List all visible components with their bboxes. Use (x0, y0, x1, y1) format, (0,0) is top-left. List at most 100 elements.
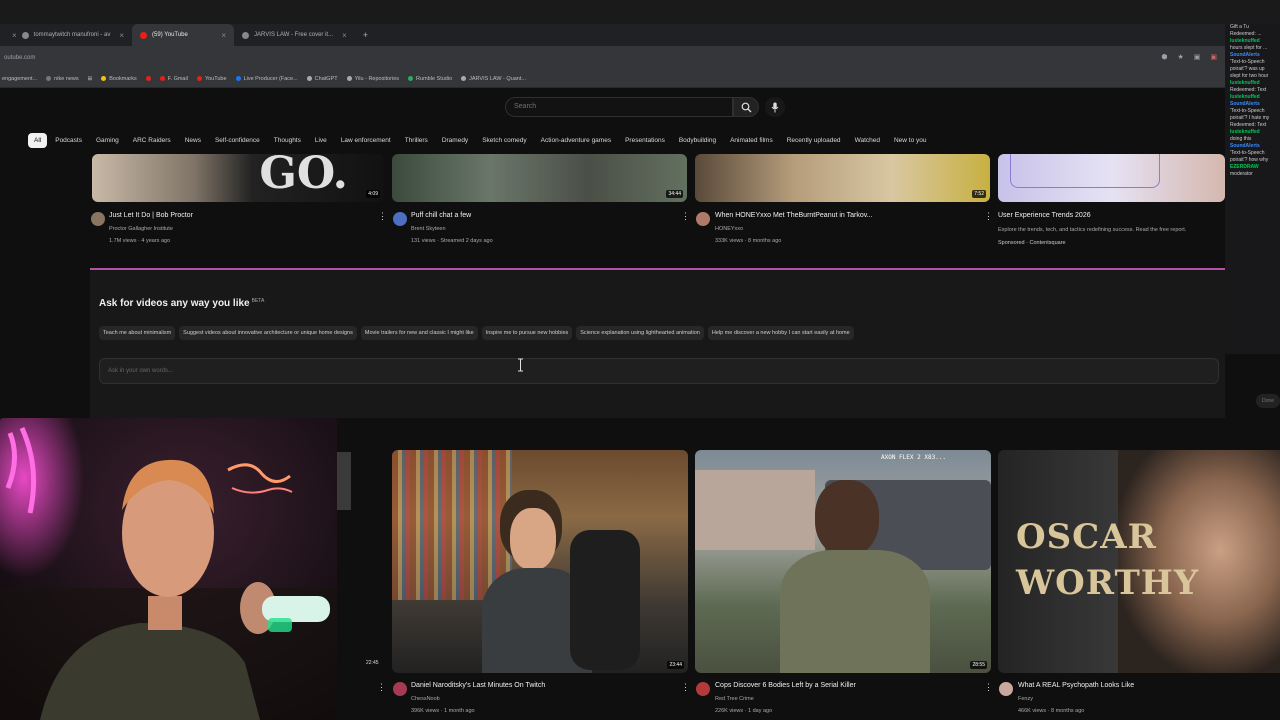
video-title[interactable]: Puff chill chat a few (411, 212, 471, 219)
more-options-icon[interactable]: ⋮ (378, 210, 387, 222)
video-thumbnail-partial[interactable] (337, 452, 351, 510)
search-input[interactable]: Search (505, 97, 733, 117)
video-thumbnail[interactable]: OSCAR WORTHY (998, 450, 1280, 673)
bookmark[interactable]: YouTube (196, 76, 227, 82)
close-icon[interactable]: × (12, 31, 17, 40)
channel-name[interactable]: Fenzy (1018, 696, 1033, 702)
url-text[interactable]: outube.com (4, 55, 35, 61)
ad-title[interactable]: User Experience Trends 2026 (998, 212, 1091, 219)
channel-avatar[interactable] (393, 682, 407, 696)
ask-suggestion-chip[interactable]: Movie trailers for new and classic I mig… (360, 326, 478, 340)
chat-username[interactable]: lusteknuffed (1230, 94, 1260, 100)
channel-avatar[interactable] (696, 212, 710, 226)
close-icon[interactable]: × (119, 31, 124, 40)
video-title[interactable]: Just Let It Do | Bob Proctor (109, 212, 193, 219)
chat-username[interactable]: lusteknuffed (1230, 80, 1260, 86)
close-icon[interactable]: × (342, 31, 347, 40)
search-button[interactable] (733, 97, 759, 117)
video-thumbnail[interactable]: GO. 4:09 (92, 154, 384, 202)
extension-icon[interactable]: ⬢ (1161, 53, 1167, 61)
bookmark[interactable]: Live Producer (Face... (235, 76, 298, 82)
chat-username[interactable]: EZERDRAW (1230, 164, 1259, 170)
filter-chip[interactable]: Gaming (90, 133, 125, 148)
video-title[interactable]: Cops Discover 6 Bodies Left by a Serial … (715, 682, 856, 689)
bookmark[interactable]: ChatGPT (306, 76, 338, 82)
filter-chip[interactable]: News (179, 133, 207, 148)
video-thumbnail[interactable]: 7:52 (695, 154, 990, 202)
ask-suggestion-chip[interactable]: Teach me about minimalism (99, 326, 176, 340)
more-options-icon[interactable]: ⋮ (681, 210, 690, 222)
channel-name[interactable]: HONEYxxo (715, 226, 743, 232)
filter-chip[interactable]: All (28, 132, 48, 148)
star-icon[interactable]: ★ (1177, 53, 1183, 61)
apps-grid-icon[interactable]: ⊞ (88, 76, 93, 82)
filter-chip[interactable]: Thoughts (268, 133, 307, 148)
more-options-icon[interactable]: ⋮ (984, 681, 993, 693)
new-tab-button[interactable]: + (355, 24, 376, 46)
chat-message: slept for two hour (1225, 73, 1280, 80)
video-title[interactable]: When HONEYxxo Met TheBurntPeanut in Tark… (715, 212, 873, 219)
filter-chip[interactable]: ARC Raiders (127, 133, 177, 148)
channel-avatar[interactable] (999, 682, 1013, 696)
channel-name[interactable]: Proctor Gallagher Institute (109, 226, 173, 232)
video-thumbnail[interactable]: AXON FLEX 2 X83... 28:55 (695, 450, 991, 673)
filter-chip[interactable]: Podcasts (49, 133, 88, 148)
tab-youtube[interactable]: (59) YouTube × (132, 24, 235, 46)
bookmark[interactable]: Bookmarks (101, 76, 137, 82)
filter-chip[interactable]: Sketch comedy (476, 133, 532, 148)
filter-chip[interactable]: Thrillers (399, 133, 434, 148)
chat-text: 'Text-to-Speech (1230, 59, 1265, 65)
video-thumbnail[interactable]: 34:44 (392, 154, 687, 202)
ask-suggestion-chip[interactable]: Help me discover a new hobby I can start… (707, 326, 854, 340)
profile-icon[interactable]: ▣ (1210, 53, 1217, 61)
bookmark[interactable]: nike news (46, 76, 79, 82)
ask-input[interactable]: Ask in your own words... (99, 358, 1219, 384)
chat-username[interactable]: lusteknuffed (1230, 38, 1260, 44)
filter-chip[interactable]: Presentations (619, 133, 671, 148)
close-icon[interactable]: × (221, 31, 226, 40)
address-bar[interactable]: outube.com ⬢ ★ ▣ ▣ (0, 46, 1225, 70)
filter-chip[interactable]: Recently uploaded (781, 133, 847, 148)
chat-username[interactable]: SoundAlerts (1230, 52, 1260, 58)
bookmark[interactable]: Rumble Studio (408, 76, 452, 82)
channel-avatar[interactable] (393, 212, 407, 226)
channel-avatar[interactable] (696, 682, 710, 696)
more-options-icon[interactable]: ⋮ (377, 681, 386, 693)
chat-username[interactable]: lusteknuffed (1230, 129, 1260, 135)
done-button[interactable]: Done (1256, 394, 1280, 408)
tab-twitch[interactable]: × tommaytwitch manufroni - av × (0, 24, 132, 46)
bookmark[interactable]: engagement... (2, 76, 37, 82)
voice-search-button[interactable] (765, 97, 785, 117)
filter-chip[interactable]: Watched (849, 133, 886, 148)
ask-suggestion-chip[interactable]: Suggest videos about innovative architec… (179, 326, 357, 340)
chat-message: poirait'? was up (1225, 66, 1280, 73)
filter-chip[interactable]: Action-adventure games (535, 133, 617, 148)
bookmark[interactable]: JARVIS LAW - Quant... (461, 76, 526, 82)
more-options-icon[interactable]: ⋮ (681, 681, 690, 693)
ad-thumbnail[interactable] (998, 154, 1225, 202)
filter-chip[interactable]: New to you (888, 133, 933, 148)
channel-name[interactable]: ChessNoob (411, 696, 440, 702)
chat-username[interactable]: SoundAlerts (1230, 143, 1260, 149)
ask-suggestion-chip[interactable]: Inspire me to pursue new hobbies (481, 326, 573, 340)
channel-name[interactable]: Brent Skyteen (411, 226, 446, 232)
channel-name[interactable]: Red Tree Crime (715, 696, 754, 702)
chat-username[interactable]: SoundAlerts (1230, 101, 1260, 107)
filter-chip[interactable]: Law enforcement (335, 133, 397, 148)
filter-chip[interactable]: Self-confidence (209, 133, 266, 148)
filter-chip[interactable]: Animated films (724, 133, 779, 148)
filter-chip[interactable]: Live (309, 133, 333, 148)
bookmark[interactable]: Yilu - Repositories (346, 76, 399, 82)
more-options-icon[interactable]: ⋮ (984, 210, 993, 222)
video-thumbnail[interactable]: 23:44 (392, 450, 688, 673)
bookmark[interactable]: F. Gmail (159, 76, 188, 82)
ask-suggestion-chip[interactable]: Science explanation using lighthearted a… (576, 326, 704, 340)
filter-chip[interactable]: Dramedy (436, 133, 474, 148)
video-title[interactable]: Daniel Naroditsky's Last Minutes On Twit… (411, 682, 545, 689)
tab-jarvis-law[interactable]: JARVIS LAW - Free cover it... × (234, 24, 355, 46)
filter-chip[interactable]: Bodybuilding (673, 133, 722, 148)
bookmark[interactable] (145, 76, 151, 81)
channel-avatar[interactable] (91, 212, 105, 226)
video-title[interactable]: What A REAL Psychopath Looks Like (1018, 682, 1134, 689)
extensions-puzzle-icon[interactable]: ▣ (1194, 53, 1201, 61)
